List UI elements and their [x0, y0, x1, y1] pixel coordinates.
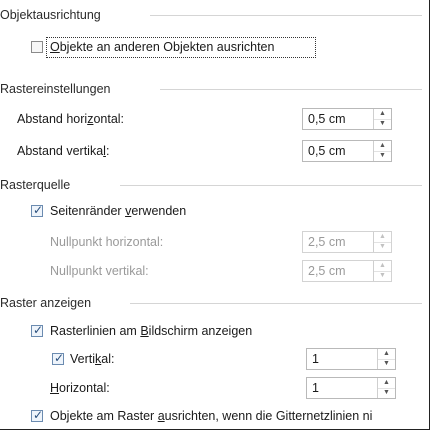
spin-down-icon[interactable]: ▼ [374, 119, 391, 129]
use-margins-label: Seitenränder verwenden [50, 204, 187, 218]
snap-to-objects-label: Objekte an anderen Objekten ausrichten [50, 40, 275, 54]
checkmark-icon: ✓ [32, 323, 44, 337]
spin-down-icon: ▼ [379, 272, 386, 279]
origin-horizontal-spinner: 2,5 cm ▲ ▼ [302, 231, 392, 253]
checkmark-icon: ✓ [32, 203, 44, 217]
spin-down-icon[interactable]: ▼ [378, 359, 395, 369]
section-heading-rastereinstellungen: Rastereinstellungen [0, 80, 429, 98]
vertical-gridlines-spinner[interactable]: 1 ▲ ▼ [306, 348, 396, 370]
spin-down-icon[interactable]: ▼ [374, 151, 391, 161]
spin-down-icon[interactable]: ▼ [378, 388, 395, 398]
origin-vertical-label: Nullpunkt vertikal: [50, 264, 149, 278]
origin-vertical-spinner: 2,5 cm ▲ ▼ [302, 260, 392, 282]
checkbox-box[interactable]: ✓ [52, 351, 65, 365]
checkmark-icon: ✓ [53, 351, 65, 365]
section-divider [120, 185, 422, 186]
section-heading-rasterquelle: Rasterquelle [0, 176, 429, 194]
section-divider [130, 303, 422, 304]
section-divider [160, 89, 422, 90]
section-heading-objektausrichtung: Objektausrichtung [0, 6, 429, 24]
section-heading-raster-anzeigen: Raster anzeigen [0, 294, 429, 312]
checkmark-icon: ✓ [32, 408, 44, 422]
snap-when-hidden-label: Objekte am Raster ausrichten, wenn die G… [50, 409, 373, 423]
spacing-vertical-spinner[interactable]: 0,5 cm ▲ ▼ [302, 140, 392, 162]
checkbox-box[interactable]: ✓ [31, 408, 44, 422]
spacing-vertical-label: Abstand vertikal: [17, 144, 110, 158]
horizontal-gridlines-spinner[interactable]: 1 ▲ ▼ [306, 377, 396, 399]
vertical-gridlines-label: Vertikal: [70, 352, 115, 366]
checkbox-box[interactable] [31, 41, 43, 53]
horizontal-gridlines-label: Horizontal: [50, 381, 110, 395]
spin-down-icon: ▼ [379, 243, 386, 250]
show-gridlines-label: Rasterlinien am Bildschirm anzeigen [50, 324, 253, 338]
checkbox-box[interactable]: ✓ [31, 203, 44, 217]
spacing-horizontal-spinner[interactable]: 0,5 cm ▲ ▼ [302, 108, 392, 130]
section-divider [150, 15, 422, 16]
layout-options-panel: Objektausrichtung Objekte an anderen Obj… [0, 0, 430, 430]
origin-horizontal-label: Nullpunkt horizontal: [50, 235, 164, 249]
spacing-horizontal-label: Abstand horizontal: [17, 112, 125, 126]
checkbox-box[interactable]: ✓ [31, 323, 44, 337]
